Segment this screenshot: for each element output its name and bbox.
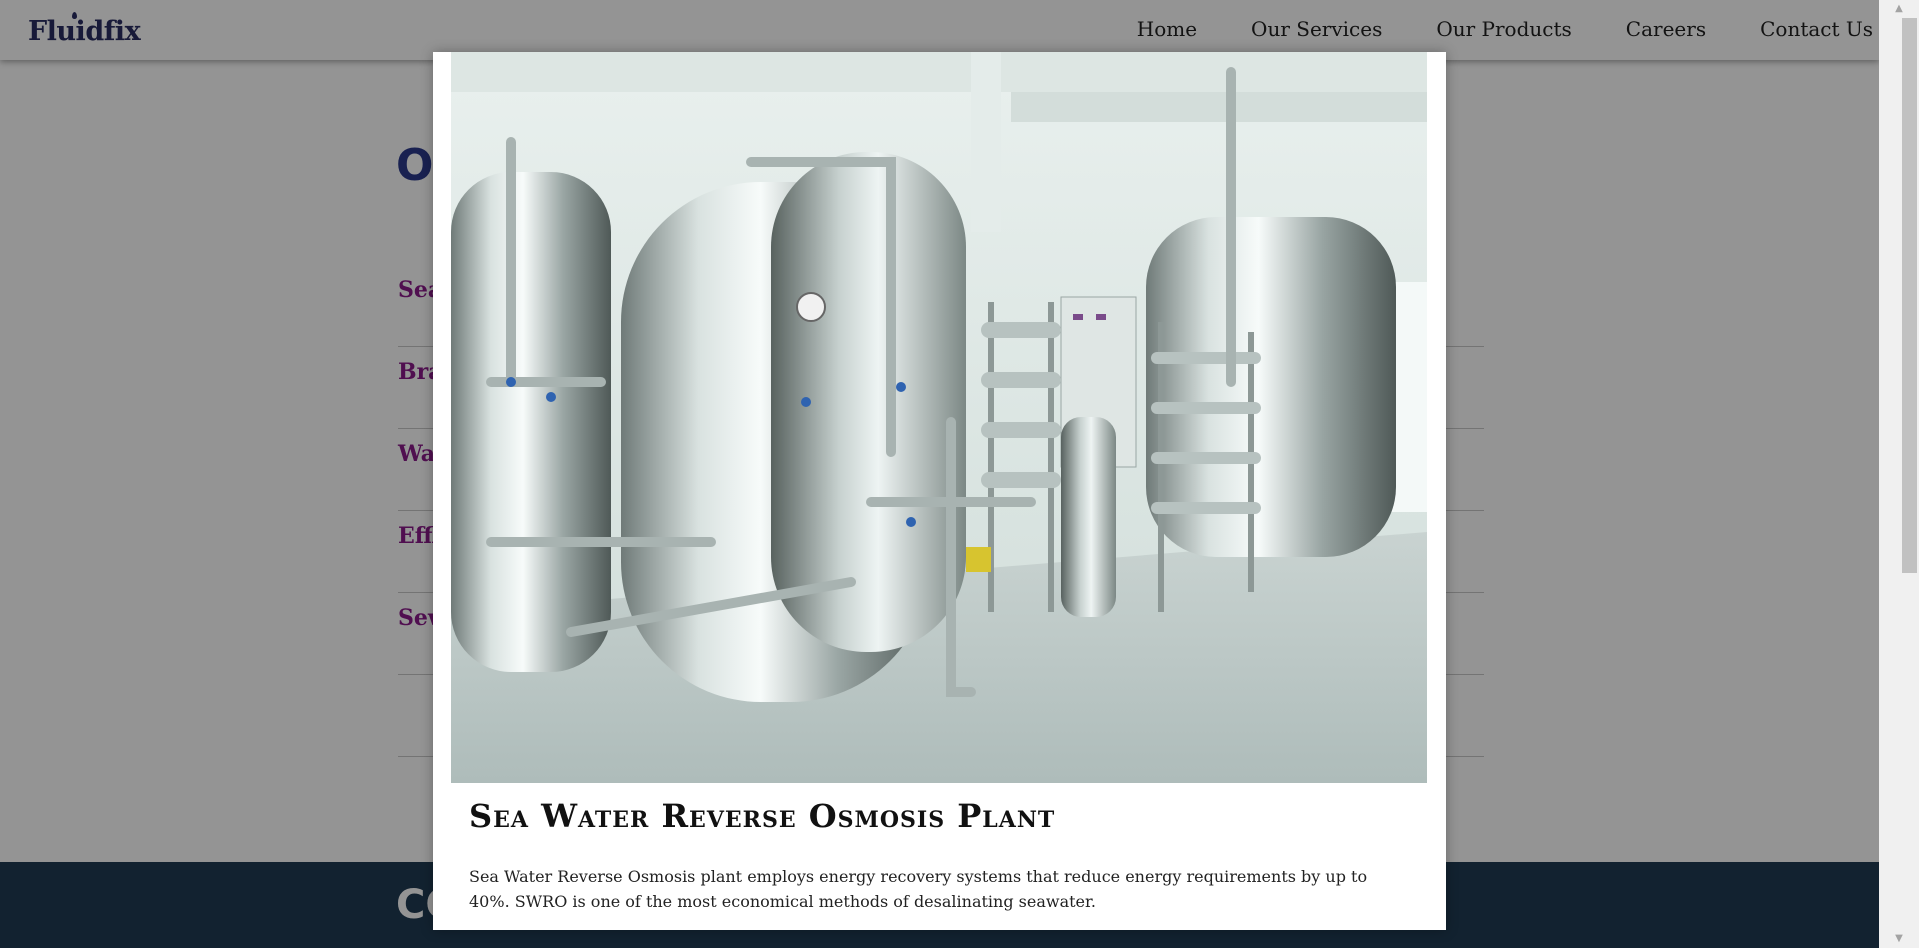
modal-title: Sea Water Reverse Osmosis Plant xyxy=(469,797,1056,835)
scroll-down-arrow-icon[interactable]: ▼ xyxy=(1879,930,1919,948)
modal-description: Sea Water Reverse Osmosis plant employs … xyxy=(469,867,1368,911)
scrollbar-thumb[interactable] xyxy=(1902,18,1917,573)
product-modal: Sea Water Reverse Osmosis Plant Sea Wate… xyxy=(433,52,1446,930)
plant-photo xyxy=(451,52,1427,783)
page-scrollbar[interactable]: ▲ ▼ xyxy=(1879,0,1919,948)
scroll-up-arrow-icon[interactable]: ▲ xyxy=(1879,0,1919,18)
